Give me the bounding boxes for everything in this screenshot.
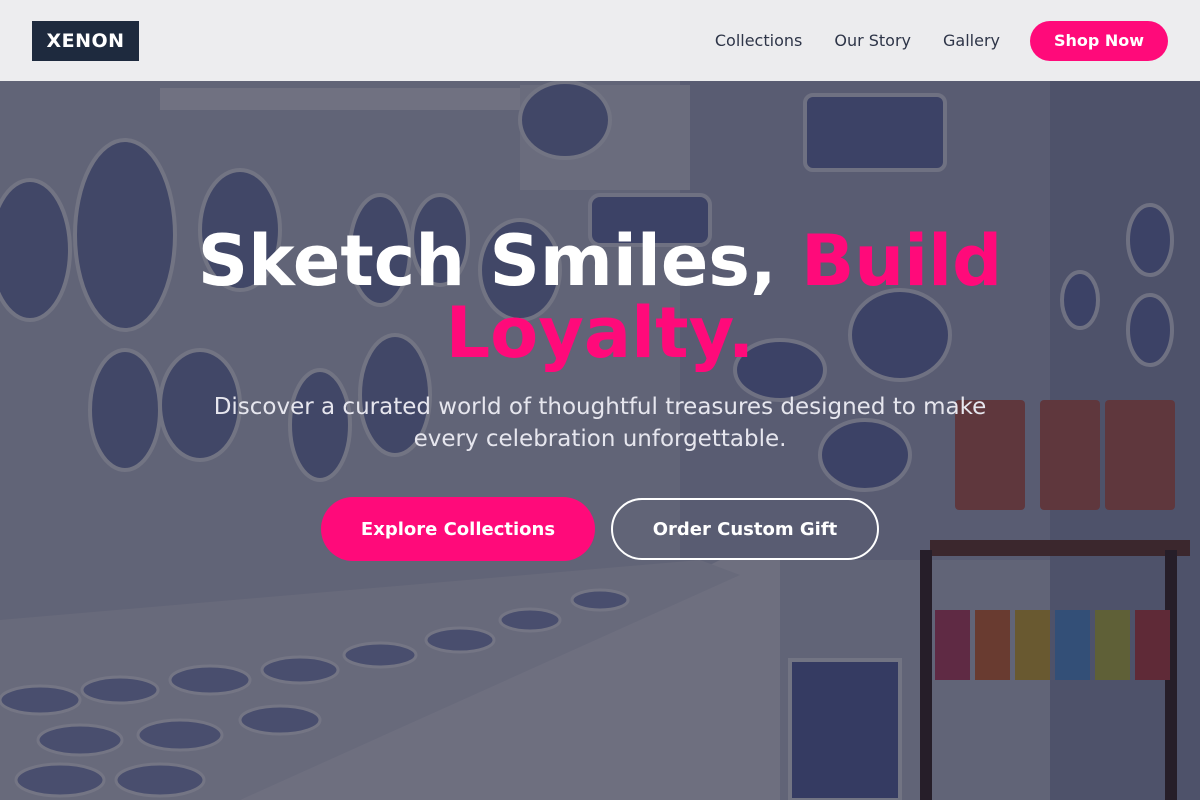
nav-link-collections[interactable]: Collections — [715, 31, 802, 50]
cta-row: Explore Collections Order Custom Gift — [0, 497, 1200, 561]
navbar: XENON Collections Our Story Gallery Shop… — [0, 0, 1200, 81]
explore-collections-button[interactable]: Explore Collections — [321, 497, 595, 561]
hero-content: Sketch Smiles, Build Loyalty. Discover a… — [0, 225, 1200, 561]
hero-subtext: Discover a curated world of thoughtful t… — [213, 394, 987, 452]
nav-link-gallery[interactable]: Gallery — [943, 31, 1000, 50]
logo[interactable]: XENON — [32, 20, 139, 61]
order-custom-gift-button[interactable]: Order Custom Gift — [611, 498, 879, 560]
nav-link-our-story[interactable]: Our Story — [834, 31, 911, 50]
headline-white-text: Sketch Smiles, — [197, 220, 801, 302]
nav-menu: Collections Our Story Gallery Shop Now — [715, 20, 1168, 61]
hero-headline: Sketch Smiles, Build Loyalty. — [170, 225, 1030, 369]
shop-now-button[interactable]: Shop Now — [1030, 20, 1168, 61]
